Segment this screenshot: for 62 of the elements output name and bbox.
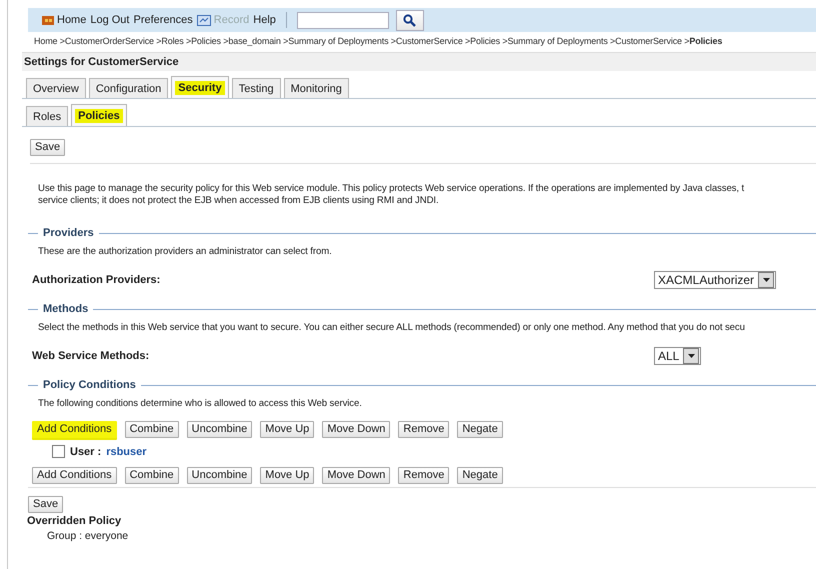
tab[interactable]: Roles	[26, 106, 68, 126]
tab[interactable]: Testing	[232, 78, 281, 98]
toolbar-button[interactable]: Uncombine	[186, 467, 252, 484]
breadcrumb-link[interactable]: Roles >	[161, 36, 192, 50]
section-hint: The following conditions determine who is allowed to access this Web service.	[37, 397, 363, 409]
condition-value-link[interactable]: rsbuser	[106, 446, 147, 458]
section-hint: These are the authorization providers an administrator can select from.	[37, 245, 333, 257]
toolbar-button[interactable]: Remove	[398, 421, 450, 438]
toolbar-button[interactable]: Add Conditions	[32, 421, 117, 438]
toolbar-button[interactable]: Negate	[457, 421, 503, 438]
breadcrumb-link[interactable]: Home >	[34, 36, 65, 50]
condition-label: User :	[70, 446, 102, 458]
dropdown[interactable]: XACMLAuthorizer	[654, 271, 776, 289]
tab[interactable]: Security	[171, 76, 229, 98]
breadcrumb-link[interactable]: Policies >	[470, 36, 508, 50]
breadcrumb-link[interactable]: Summary of Deployments >	[507, 36, 616, 50]
breadcrumb-link[interactable]: base_domain >	[228, 36, 288, 50]
description: Use this page to manage the security policy for this Web service module. This policy protects Web service operations. If the operations are implemented by Java classes, t service clients; it does not protect the EJB when accessed from EJB clients using RMI and JNDI.	[37, 182, 746, 207]
nav-link[interactable]: Log Out	[90, 14, 130, 26]
field-label: Authorization Providers:	[32, 274, 162, 286]
toolbar-button[interactable]: Move Up	[260, 421, 314, 438]
overridden-policy-title: Overridden Policy	[26, 514, 122, 527]
overridden-policy-text: Group : everyone	[46, 529, 130, 542]
toolbar-button[interactable]: Add Conditions	[32, 467, 117, 484]
caret-icon	[688, 354, 695, 358]
search-button[interactable]	[396, 10, 424, 30]
caret-icon	[762, 278, 770, 282]
toolbar-button[interactable]: Negate	[457, 467, 503, 484]
toolbar-button[interactable]: Combine	[124, 421, 179, 438]
section-hint: Select the methods in this Web service that you want to secure. You can either secure ALL methods (recommended) or only one method. Any method that you do not secu	[37, 321, 746, 333]
breadcrumb-link[interactable]: Policies	[689, 36, 722, 50]
toolbar-button[interactable]: Move Down	[322, 421, 390, 438]
dropdown[interactable]: ALL	[654, 347, 702, 365]
toolbar-button[interactable]: Combine	[124, 467, 179, 484]
breadcrumb-link[interactable]: Policies >	[191, 36, 228, 50]
breadcrumb-link[interactable]: Summary of Deployments >	[288, 36, 396, 50]
breadcrumb-link[interactable]: CustomerService >	[615, 36, 690, 50]
nav-link[interactable]: Help	[253, 14, 276, 26]
breadcrumb-link[interactable]: CustomerService >	[396, 36, 470, 50]
toolbar-button[interactable]: Remove	[398, 467, 450, 484]
record-icon	[196, 14, 211, 26]
breadcrumb-link[interactable]: CustomerOrderService >	[64, 36, 162, 50]
page-title: Settings for CustomerService	[22, 52, 816, 71]
toolbar-button[interactable]: Move Down	[322, 467, 390, 484]
nav-link[interactable]: Preferences	[133, 14, 193, 26]
toolbar-button[interactable]: Move Up	[260, 467, 314, 484]
search-icon	[403, 14, 416, 26]
section-title: Policy Conditions	[43, 379, 136, 391]
toolbar-button[interactable]: Uncombine	[186, 421, 252, 438]
home-icon	[42, 14, 54, 26]
tab[interactable]: Policies	[71, 104, 127, 126]
checkbox[interactable]	[52, 445, 65, 458]
tab[interactable]: Configuration	[88, 78, 168, 98]
save-button[interactable]: Save	[30, 139, 66, 156]
save-button[interactable]: Save	[28, 496, 64, 513]
tab[interactable]: Overview	[26, 78, 86, 98]
tab[interactable]: Monitoring	[284, 78, 349, 98]
field-label: Web Service Methods:	[32, 350, 150, 362]
section-title: Methods	[43, 303, 88, 315]
nav-link[interactable]: Home	[42, 14, 86, 26]
search-field[interactable]	[296, 12, 389, 28]
section-title: Providers	[43, 227, 94, 239]
